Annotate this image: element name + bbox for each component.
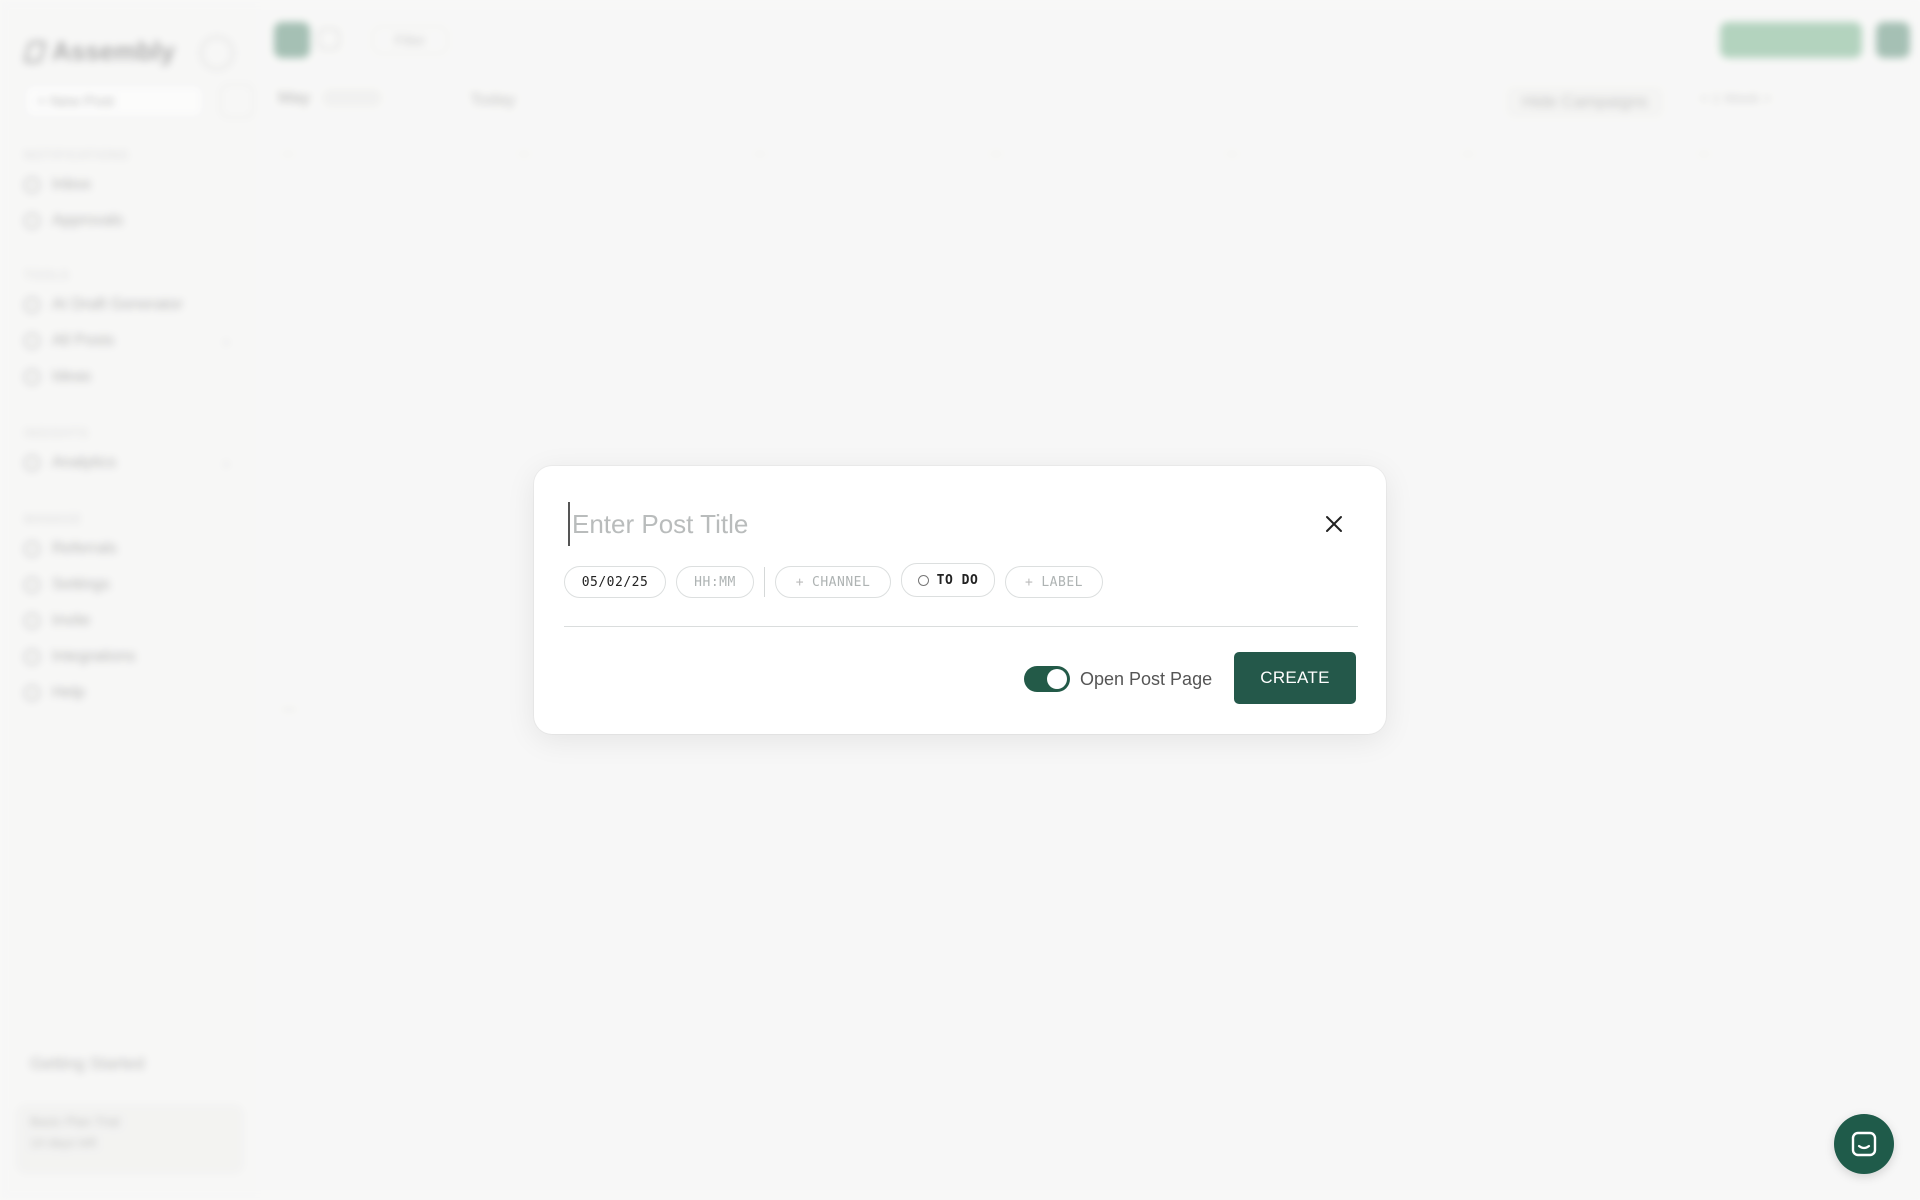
chat-icon — [1851, 1131, 1877, 1157]
status-selector[interactable]: TO DO — [901, 563, 995, 597]
add-channel-button[interactable]: + CHANNEL — [775, 566, 891, 598]
post-options-row: 05/02/25 HH:MM + CHANNEL TO DO + LABEL — [564, 563, 1113, 598]
close-modal-button[interactable] — [1318, 508, 1350, 540]
circle-icon — [917, 574, 929, 586]
modal-divider — [564, 626, 1358, 627]
toggle-knob — [1047, 669, 1067, 689]
post-title-input[interactable] — [568, 502, 1288, 546]
open-post-page-toggle-row: Open Post Page — [1024, 666, 1212, 692]
label-label: LABEL — [1041, 574, 1083, 590]
chip-divider — [764, 567, 765, 597]
chat-widget-button[interactable] — [1834, 1114, 1894, 1174]
close-icon — [1326, 516, 1342, 532]
add-label-button[interactable]: + LABEL — [1005, 566, 1103, 598]
open-post-page-toggle[interactable] — [1024, 666, 1070, 692]
time-input[interactable]: HH:MM — [676, 566, 754, 598]
plus-icon: + — [795, 574, 805, 590]
plus-icon: + — [1025, 574, 1034, 590]
channel-label: CHANNEL — [812, 574, 871, 590]
toggle-label: Open Post Page — [1080, 668, 1213, 689]
create-button[interactable]: CREATE — [1234, 652, 1356, 704]
status-label: TO DO — [936, 572, 979, 588]
date-picker[interactable]: 05/02/25 — [564, 566, 666, 598]
create-post-modal: 05/02/25 HH:MM + CHANNEL TO DO + LABEL O… — [534, 466, 1386, 734]
